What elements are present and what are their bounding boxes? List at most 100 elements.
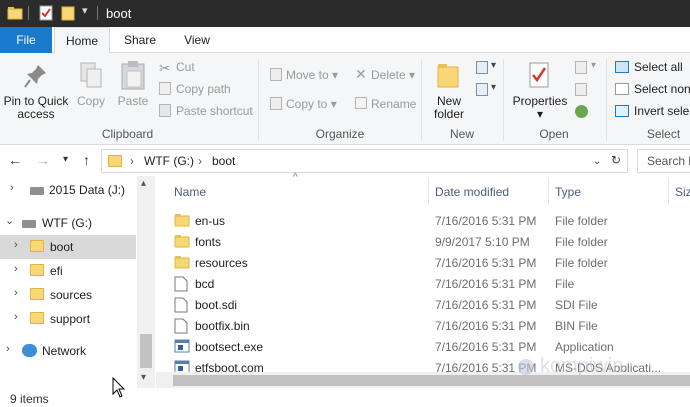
nav-item-wtf-drive[interactable]: ⌄ WTF (G:) — [0, 211, 136, 235]
file-name: boot.sdi — [195, 298, 238, 312]
folder-icon — [174, 213, 190, 230]
paste-shortcut-icon — [159, 104, 171, 117]
nav-item-label: sources — [50, 288, 93, 302]
copy-button[interactable]: Copy — [72, 95, 110, 108]
delete-button[interactable]: Delete ▾ — [371, 68, 415, 82]
new-folder-icon[interactable] — [60, 5, 76, 21]
new-folder-button[interactable]: New folder — [426, 95, 472, 121]
file-row[interactable]: bcd 7/16/2016 5:31 PM File — [156, 273, 690, 294]
sort-ascending-icon: ^ — [293, 172, 298, 183]
nav-item-boot[interactable]: › boot — [0, 235, 136, 259]
scroll-up-icon[interactable]: ▴ — [141, 178, 146, 189]
cut-button[interactable]: Cut — [176, 60, 195, 74]
invert-selection-button[interactable]: Invert selection — [634, 104, 690, 118]
column-header-date[interactable]: Date modified — [435, 185, 509, 199]
column-separator[interactable] — [428, 178, 429, 204]
scroll-down-icon[interactable]: ▾ — [141, 372, 146, 383]
chevron-down-icon[interactable]: ▾ — [591, 60, 596, 71]
file-name: bootsect.exe — [195, 340, 264, 354]
folder-icon — [30, 288, 44, 300]
column-separator[interactable] — [668, 178, 669, 204]
paste-button[interactable]: Paste — [114, 95, 152, 108]
copy-to-button[interactable]: Copy to ▾ — [286, 97, 337, 111]
navigation-pane: › 2015 Data (J:) ⌄ WTF (G:) › boot › efi… — [0, 176, 155, 388]
move-to-button[interactable]: Move to ▾ — [286, 68, 338, 82]
file-row[interactable]: resources 7/16/2016 5:31 PM File folder — [156, 252, 690, 273]
properties-icon[interactable] — [38, 5, 54, 21]
chevron-right-icon[interactable]: › — [14, 263, 18, 275]
file-name: bcd — [195, 277, 215, 291]
new-group-label: New — [449, 127, 474, 141]
new-item-icon[interactable] — [476, 61, 488, 74]
nav-item-support[interactable]: › support — [0, 307, 136, 331]
nav-scrollbar-thumb[interactable] — [140, 334, 152, 368]
new-folder-label-line2: folder — [433, 107, 465, 121]
address-history-chevron-icon[interactable]: ⌄ — [593, 156, 601, 167]
tab-view[interactable]: View — [170, 27, 224, 53]
select-none-button[interactable]: Select none — [634, 82, 690, 96]
title-separator — [28, 6, 29, 20]
search-input[interactable]: Search boot — [637, 149, 690, 173]
chevron-down-icon[interactable]: ▾ — [491, 60, 496, 71]
tab-home[interactable]: Home — [54, 27, 110, 54]
breadcrumb-boot[interactable]: boot — [212, 154, 235, 168]
forward-button[interactable]: → — [36, 152, 50, 168]
column-header-name[interactable]: Name — [174, 185, 206, 199]
rename-button[interactable]: Rename — [371, 97, 416, 111]
file-name: bootfix.bin — [195, 319, 250, 333]
column-header-size[interactable]: Size — [675, 185, 690, 199]
file-row[interactable]: boot.sdi 7/16/2016 5:31 PM SDI File — [156, 294, 690, 315]
edit-icon[interactable] — [575, 83, 587, 96]
chevron-right-icon[interactable]: › — [14, 239, 18, 251]
chevron-down-icon: ▾ — [330, 97, 337, 111]
chevron-right-icon[interactable]: › — [10, 182, 14, 194]
mouse-cursor-icon — [112, 377, 126, 398]
file-row[interactable]: bootfix.bin 7/16/2016 5:31 PM BIN File — [156, 315, 690, 336]
delete-icon: ✕ — [355, 66, 367, 82]
recent-locations-chevron-icon[interactable]: ▾ — [63, 154, 68, 165]
open-icon[interactable] — [575, 61, 587, 74]
copy-path-button[interactable]: Copy path — [176, 82, 231, 96]
copy-icon — [80, 62, 102, 88]
address-bar[interactable]: › WTF (G:) › boot ⌄ ↻ — [101, 149, 628, 173]
column-header-type[interactable]: Type — [555, 185, 581, 199]
up-button[interactable]: ↑ — [83, 152, 90, 168]
nav-item-label: Network — [42, 344, 87, 358]
file-type: File folder — [555, 214, 608, 228]
history-icon[interactable] — [575, 105, 588, 118]
select-all-button[interactable]: Select all — [634, 60, 683, 74]
file-list: ^ Name Date modified Type Size en-us 7/16… — [156, 172, 690, 388]
nav-item-label: support — [50, 312, 91, 326]
nav-item-sources[interactable]: › sources — [0, 283, 136, 307]
tab-file[interactable]: File — [0, 27, 52, 53]
paste-shortcut-button[interactable]: Paste shortcut — [176, 104, 253, 118]
watermark: kompiwin — [516, 354, 656, 384]
chevron-right-icon[interactable]: › — [14, 311, 18, 323]
properties-button[interactable]: Properties ▾ — [510, 95, 570, 121]
nav-scrollbar[interactable]: ▴ ▾ — [137, 176, 155, 388]
back-button[interactable]: ← — [8, 152, 22, 168]
pin-to-quick-access-button[interactable]: Pin to Quick access — [0, 95, 72, 121]
nav-item-2015-data[interactable]: › 2015 Data (J:) — [0, 178, 136, 202]
network-icon — [22, 344, 37, 357]
column-separator[interactable] — [548, 178, 549, 204]
chevron-right-icon[interactable]: › — [14, 287, 18, 299]
refresh-icon[interactable]: ↻ — [611, 153, 621, 167]
window-title: boot — [106, 6, 132, 21]
folder-icon — [30, 240, 44, 252]
breadcrumb-drive[interactable]: WTF (G:) — [144, 154, 194, 168]
chevron-right-icon[interactable]: › — [6, 343, 10, 355]
chevron-down-icon[interactable]: ⌄ — [5, 214, 14, 227]
folder-icon — [30, 264, 44, 276]
tab-share[interactable]: Share — [113, 27, 167, 53]
quick-access-dropdown-icon[interactable]: ▾ — [82, 4, 88, 17]
easy-access-icon[interactable] — [476, 83, 488, 96]
nav-item-network[interactable]: › Network — [0, 339, 136, 363]
breadcrumb-separator-icon[interactable]: › — [198, 154, 202, 168]
new-folder-icon — [437, 64, 459, 88]
nav-item-efi[interactable]: › efi — [0, 259, 136, 283]
chevron-down-icon[interactable]: ▾ — [491, 82, 496, 93]
breadcrumb-separator-icon[interactable]: › — [130, 154, 134, 168]
file-row[interactable]: en-us 7/16/2016 5:31 PM File folder — [156, 210, 690, 231]
file-row[interactable]: fonts 9/9/2017 5:10 PM File folder — [156, 231, 690, 252]
